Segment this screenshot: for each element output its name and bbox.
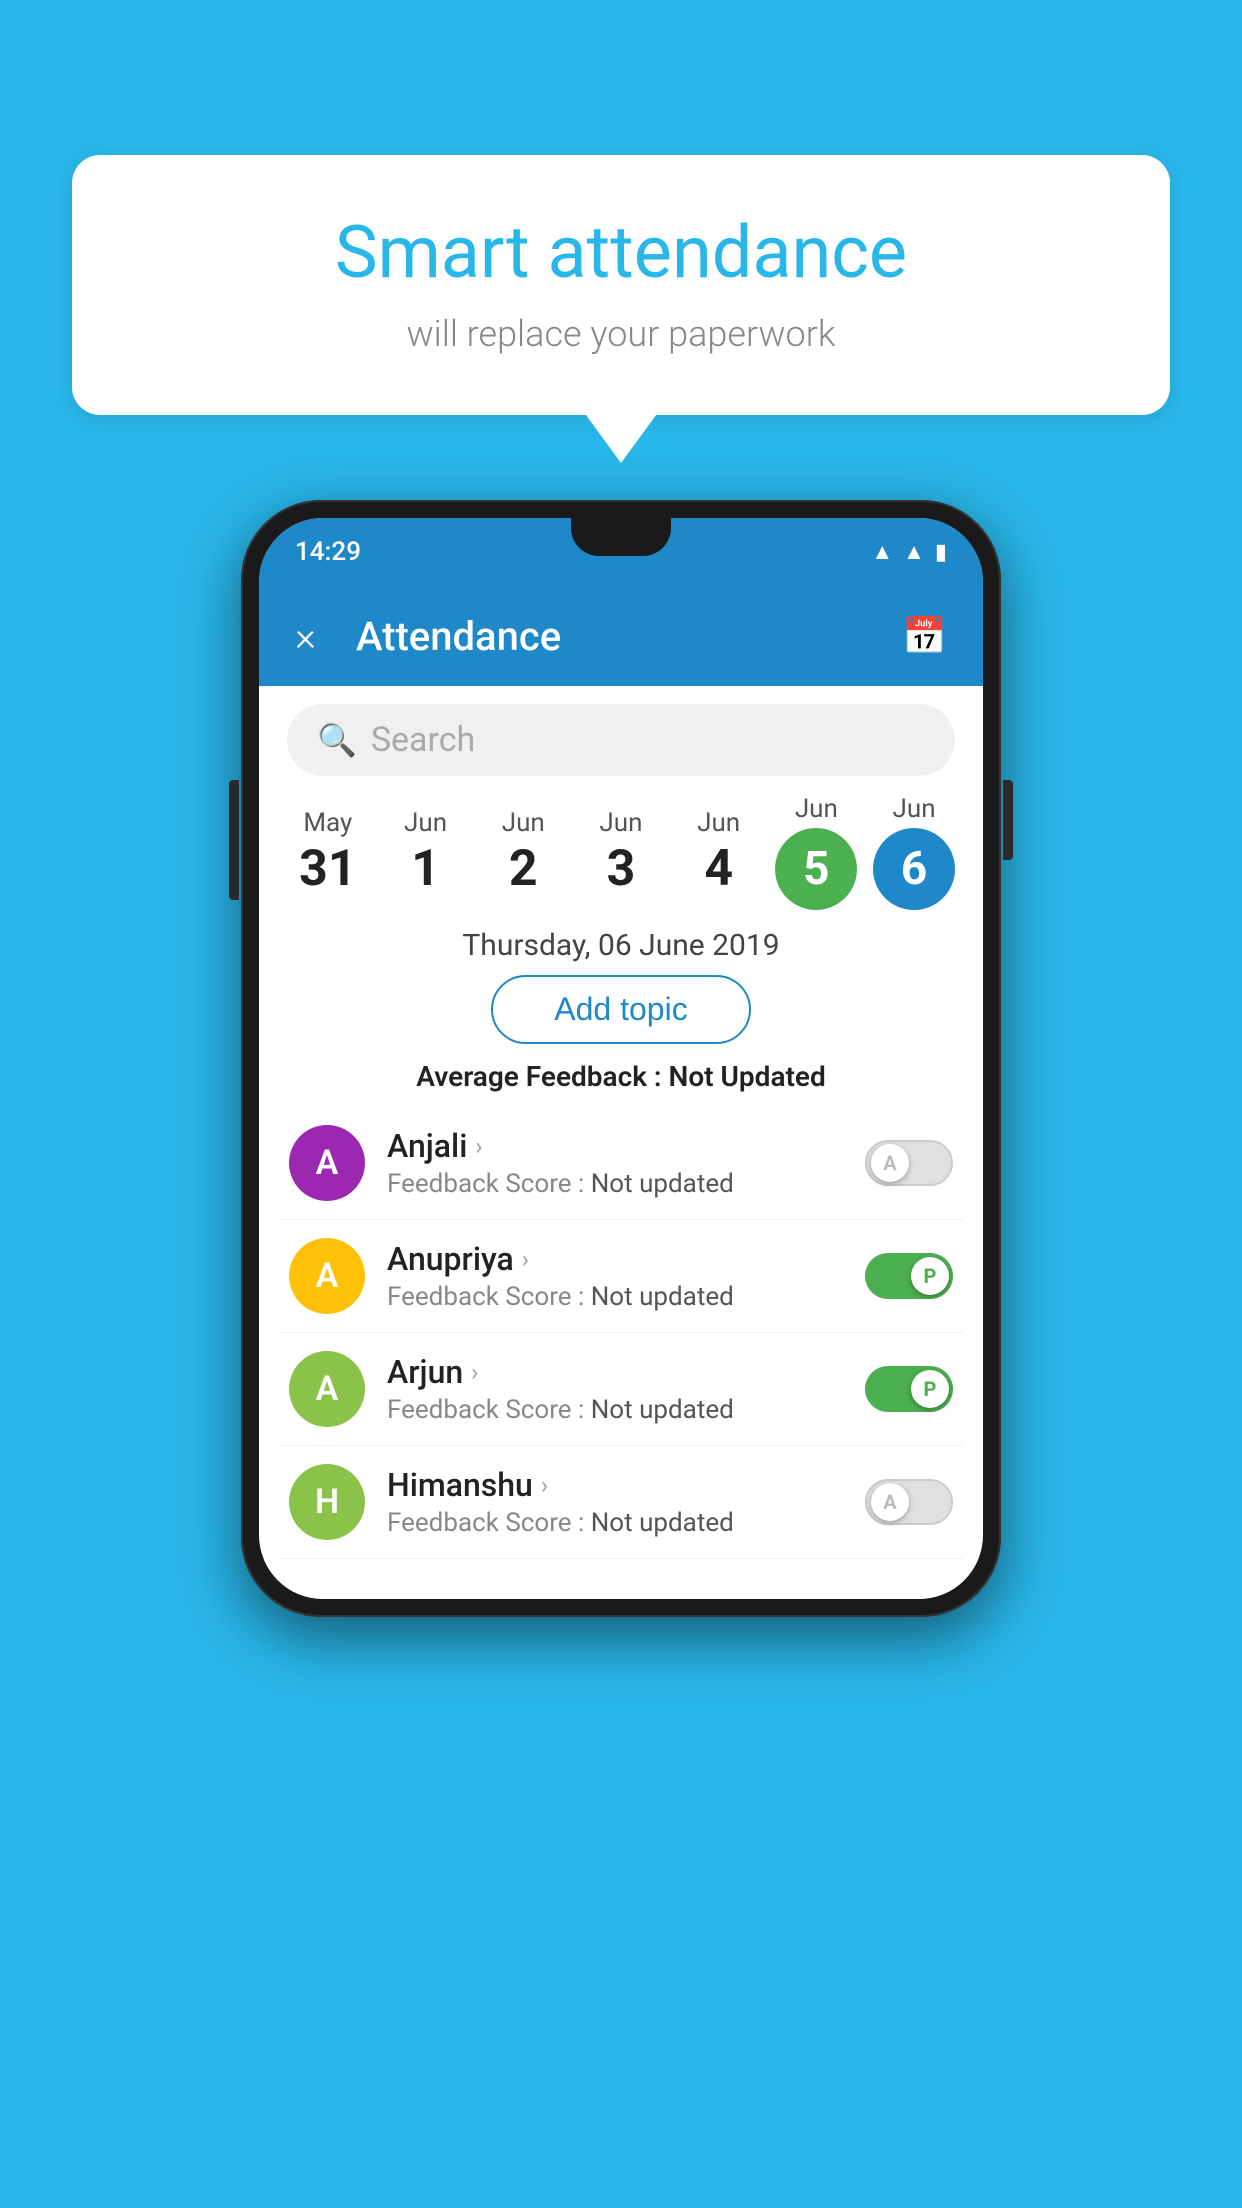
search-icon: 🔍 [317,721,357,759]
cal-date-selected-blue: 6 [873,828,955,910]
wifi-icon: ▲ [871,539,893,565]
student-list: AAnjali ›Feedback Score : Not updatedAAA… [259,1107,983,1559]
app-bar-title: Attendance [356,613,902,660]
toggle-thumb: A [871,1144,909,1182]
cal-date: 31 [299,842,356,897]
cal-date: 1 [411,842,440,897]
avg-feedback: Average Feedback : Not Updated [259,1060,983,1093]
student-name: Anupriya › [387,1240,843,1278]
feedback-score: Feedback Score : Not updated [387,1395,843,1425]
phone-outer: 14:29 ▲ ▲ ▮ × Attendance 📅 🔍 Search [241,500,1001,1617]
attendance-toggle[interactable]: A [865,1140,953,1186]
student-info: Arjun › Feedback Score : Not updated [387,1353,843,1425]
attendance-toggle[interactable]: P [865,1366,953,1412]
app-bar: × Attendance 📅 [259,586,983,686]
feedback-value: Not updated [591,1508,734,1538]
phone-inner: 14:29 ▲ ▲ ▮ × Attendance 📅 🔍 Search [259,518,983,1599]
feedback-value: Not updated [591,1395,734,1425]
avg-feedback-label: Average Feedback : [416,1060,661,1093]
student-item[interactable]: A Anupriya › Feedback Score : Not updated P [279,1220,963,1333]
search-placeholder: Search [371,720,475,760]
battery-icon: ▮ [935,540,947,565]
calendar-day[interactable]: Jun 1 [378,808,474,897]
student-name: Arjun › [387,1353,843,1391]
bubble-subtitle: will replace your paperwork [132,313,1110,355]
feedback-value: Not updated [591,1282,734,1312]
calendar-day[interactable]: Jun 4 [671,808,767,897]
student-info: Anupriya › Feedback Score : Not updated [387,1240,843,1312]
cal-date: 2 [509,842,538,897]
toggle-container[interactable]: P [865,1366,953,1412]
feedback-score: Feedback Score : Not updated [387,1169,843,1199]
calendar-icon[interactable]: 📅 [902,615,947,657]
close-button[interactable]: × [295,613,316,660]
speech-bubble-container: Smart attendance will replace your paper… [72,155,1170,415]
status-time: 14:29 [295,537,361,567]
feedback-value: Not updated [591,1169,734,1199]
cal-month: Jun [599,808,642,838]
student-name: Himanshu › [387,1466,843,1504]
student-item[interactable]: A Anjali › Feedback Score : Not updated A [279,1107,963,1220]
add-topic-container: Add topic [259,975,983,1044]
toggle-thumb: A [871,1483,909,1521]
add-topic-button[interactable]: Add topic [491,975,751,1044]
student-info: Anjali › Feedback Score : Not updated [387,1127,843,1199]
calendar-day[interactable]: May 31 [280,808,376,897]
search-bar[interactable]: 🔍 Search [287,704,955,776]
attendance-toggle[interactable]: P [865,1253,953,1299]
toggle-container[interactable]: A [865,1140,953,1186]
feedback-score: Feedback Score : Not updated [387,1282,843,1312]
calendar-row: May 31 Jun 1 Jun 2 Jun 3 Jun 4 Jun 5 Jun 6 [259,794,983,910]
cal-month: Jun [404,808,447,838]
toggle-thumb: P [911,1370,949,1408]
cal-date-selected-green: 5 [775,828,857,910]
selected-date-label: Thursday, 06 June 2019 [259,928,983,963]
cal-month: May [303,808,352,838]
student-name: Anjali › [387,1127,843,1165]
cal-month: Jun [502,808,545,838]
avg-feedback-value: Not Updated [669,1060,826,1093]
avatar: A [289,1238,365,1314]
cal-month: Jun [697,808,740,838]
cal-date: 4 [704,842,733,897]
chevron-icon: › [475,1132,482,1160]
cal-month: Jun [893,794,936,824]
phone-notch [571,518,671,556]
student-item[interactable]: H Himanshu › Feedback Score : Not updated A [279,1446,963,1559]
speech-bubble: Smart attendance will replace your paper… [72,155,1170,415]
student-item[interactable]: A Arjun › Feedback Score : Not updated P [279,1333,963,1446]
chevron-icon: › [541,1471,548,1499]
status-icons: ▲ ▲ ▮ [871,539,947,565]
avatar: A [289,1125,365,1201]
calendar-day[interactable]: Jun 2 [475,808,571,897]
student-info: Himanshu › Feedback Score : Not updated [387,1466,843,1538]
toggle-container[interactable]: P [865,1253,953,1299]
phone-bottom [259,1559,983,1599]
signal-icon: ▲ [903,539,925,565]
chevron-icon: › [471,1358,478,1386]
calendar-day[interactable]: Jun 3 [573,808,669,897]
avatar: A [289,1351,365,1427]
chevron-icon: › [522,1245,529,1273]
toggle-thumb: P [911,1257,949,1295]
avatar: H [289,1464,365,1540]
bubble-title: Smart attendance [132,210,1110,295]
cal-month: Jun [795,794,838,824]
calendar-day[interactable]: Jun 6 [866,794,962,910]
phone-mockup: 14:29 ▲ ▲ ▮ × Attendance 📅 🔍 Search [241,500,1001,1617]
feedback-score: Feedback Score : Not updated [387,1508,843,1538]
cal-date: 3 [607,842,636,897]
calendar-day[interactable]: Jun 5 [768,794,864,910]
toggle-container[interactable]: A [865,1479,953,1525]
attendance-toggle[interactable]: A [865,1479,953,1525]
